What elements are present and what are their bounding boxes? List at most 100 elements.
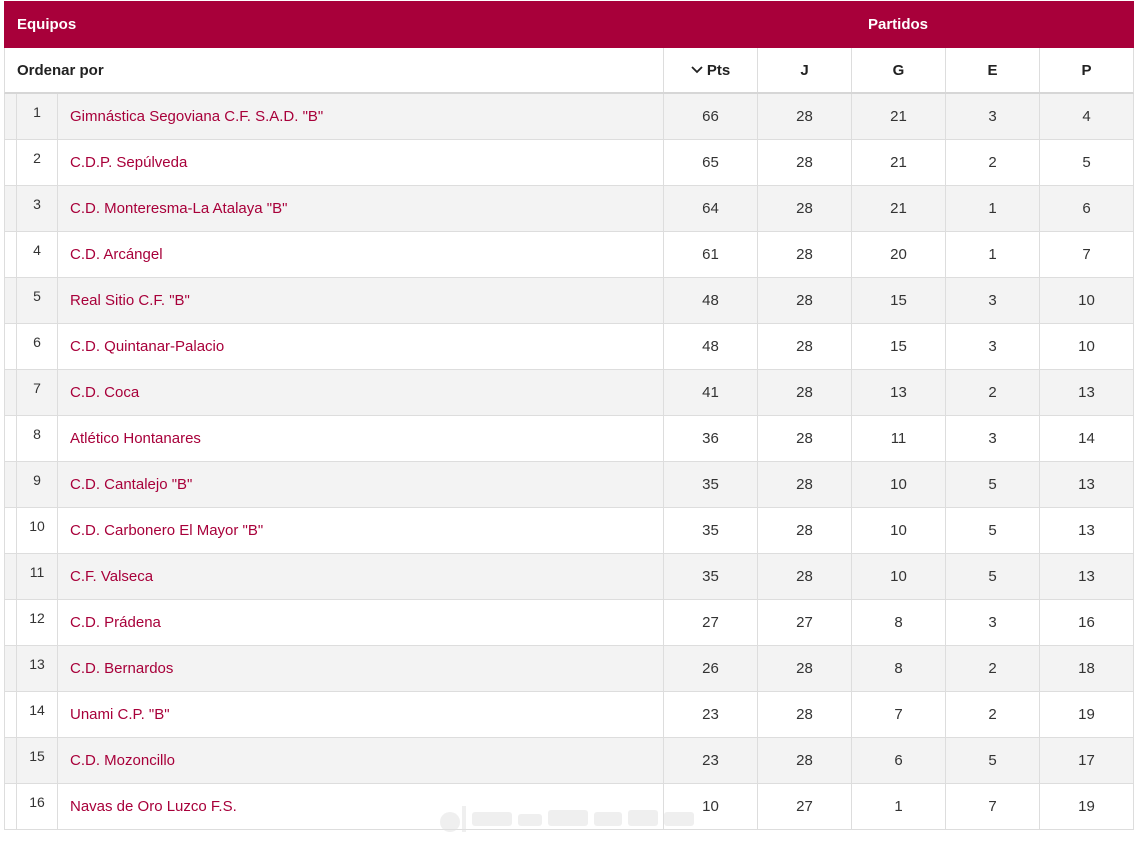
- cell-j: 28: [757, 186, 851, 231]
- cell-j: 27: [757, 784, 851, 829]
- cell-pts: 27: [663, 600, 757, 645]
- sort-row: Ordenar por Pts J G E P: [4, 48, 1134, 94]
- team-rank: 7: [17, 370, 58, 415]
- cell-pts: 35: [663, 554, 757, 599]
- team-rank: 15: [17, 738, 58, 783]
- team-rank: 11: [17, 554, 58, 599]
- row-gutter: [5, 140, 17, 185]
- team-link[interactable]: C.D. Carbonero El Mayor "B": [58, 508, 663, 553]
- team-rank: 6: [17, 324, 58, 369]
- cell-pts: 35: [663, 508, 757, 553]
- table-row: 14 Unami C.P. "B" 23 28 7 2 19: [5, 692, 1133, 738]
- row-gutter: [5, 784, 17, 829]
- team-link[interactable]: C.D. Bernardos: [58, 646, 663, 691]
- team-link[interactable]: C.D. Coca: [58, 370, 663, 415]
- cell-g: 10: [851, 462, 945, 507]
- cell-pts: 26: [663, 646, 757, 691]
- team-link[interactable]: C.D. Prádena: [58, 600, 663, 645]
- cell-p: 13: [1039, 462, 1133, 507]
- row-gutter: [5, 370, 17, 415]
- cell-pts: 64: [663, 186, 757, 231]
- row-gutter: [5, 692, 17, 737]
- cell-p: 16: [1039, 600, 1133, 645]
- cell-pts: 48: [663, 278, 757, 323]
- row-gutter: [5, 554, 17, 599]
- cell-g: 21: [851, 186, 945, 231]
- team-link[interactable]: Unami C.P. "B": [58, 692, 663, 737]
- team-rank: 5: [17, 278, 58, 323]
- cell-p: 19: [1039, 784, 1133, 829]
- table-row: 11 C.F. Valseca 35 28 10 5 13: [5, 554, 1133, 600]
- team-link[interactable]: Atlético Hontanares: [58, 416, 663, 461]
- cell-p: 17: [1039, 738, 1133, 783]
- table-row: 1 Gimnástica Segoviana C.F. S.A.D. "B" 66 2…: [5, 94, 1133, 140]
- team-rank: 10: [17, 508, 58, 553]
- team-link[interactable]: C.D. Monteresma-La Atalaya "B": [58, 186, 663, 231]
- row-gutter: [5, 186, 17, 231]
- row-gutter: [5, 416, 17, 461]
- cell-g: 11: [851, 416, 945, 461]
- cell-j: 28: [757, 508, 851, 553]
- table-row: 12 C.D. Prádena 27 27 8 3 16: [5, 600, 1133, 646]
- cell-pts: 35: [663, 462, 757, 507]
- table-row: 3 C.D. Monteresma-La Atalaya "B" 64 28 21 1 6: [5, 186, 1133, 232]
- standings-table: Equipos Partidos Ordenar por Pts J G E P…: [4, 1, 1134, 830]
- team-link[interactable]: C.D. Arcángel: [58, 232, 663, 277]
- row-gutter: [5, 508, 17, 553]
- cell-p: 7: [1039, 232, 1133, 277]
- team-link[interactable]: C.F. Valseca: [58, 554, 663, 599]
- team-link[interactable]: C.D. Cantalejo "B": [58, 462, 663, 507]
- cell-pts: 48: [663, 324, 757, 369]
- sort-p-button[interactable]: P: [1039, 48, 1133, 92]
- cell-g: 6: [851, 738, 945, 783]
- cell-e: 3: [945, 600, 1039, 645]
- table-row: 2 C.D.P. Sepúlveda 65 28 21 2 5: [5, 140, 1133, 186]
- sort-g-label: G: [892, 61, 905, 79]
- row-gutter: [5, 600, 17, 645]
- cell-p: 4: [1039, 94, 1133, 139]
- cell-e: 2: [945, 646, 1039, 691]
- cell-e: 2: [945, 692, 1039, 737]
- sort-g-button[interactable]: G: [851, 48, 945, 92]
- cell-g: 15: [851, 278, 945, 323]
- cell-p: 18: [1039, 646, 1133, 691]
- cell-p: 10: [1039, 324, 1133, 369]
- sort-j-button[interactable]: J: [757, 48, 851, 92]
- row-gutter: [5, 646, 17, 691]
- cell-p: 13: [1039, 370, 1133, 415]
- cell-p: 19: [1039, 692, 1133, 737]
- cell-pts: 36: [663, 416, 757, 461]
- team-link[interactable]: C.D.P. Sepúlveda: [58, 140, 663, 185]
- cell-g: 15: [851, 324, 945, 369]
- cell-j: 28: [757, 462, 851, 507]
- cell-e: 2: [945, 140, 1039, 185]
- table-row: 10 C.D. Carbonero El Mayor "B" 35 28 10 5 13: [5, 508, 1133, 554]
- cell-e: 7: [945, 784, 1039, 829]
- sort-e-button[interactable]: E: [945, 48, 1039, 92]
- team-rank: 16: [17, 784, 58, 829]
- matches-heading: Partidos: [867, 16, 928, 33]
- cell-j: 27: [757, 600, 851, 645]
- sort-j-label: J: [800, 61, 809, 79]
- cell-g: 20: [851, 232, 945, 277]
- row-gutter: [5, 324, 17, 369]
- cell-pts: 65: [663, 140, 757, 185]
- chevron-down-icon: [691, 66, 703, 74]
- cell-j: 28: [757, 232, 851, 277]
- team-link[interactable]: Gimnástica Segoviana C.F. S.A.D. "B": [58, 94, 663, 139]
- cell-j: 28: [757, 738, 851, 783]
- team-rank: 2: [17, 140, 58, 185]
- cell-p: 13: [1039, 508, 1133, 553]
- team-link[interactable]: Real Sitio C.F. "B": [58, 278, 663, 323]
- row-gutter: [5, 278, 17, 323]
- cell-e: 2: [945, 370, 1039, 415]
- team-link[interactable]: C.D. Mozoncillo: [58, 738, 663, 783]
- cell-g: 21: [851, 94, 945, 139]
- table-row: 6 C.D. Quintanar-Palacio 48 28 15 3 10: [5, 324, 1133, 370]
- team-link[interactable]: C.D. Quintanar-Palacio: [58, 324, 663, 369]
- row-gutter: [5, 94, 17, 139]
- cell-g: 8: [851, 646, 945, 691]
- table-row: 8 Atlético Hontanares 36 28 11 3 14: [5, 416, 1133, 462]
- table-row: 13 C.D. Bernardos 26 28 8 2 18: [5, 646, 1133, 692]
- sort-pts-button[interactable]: Pts: [663, 48, 757, 92]
